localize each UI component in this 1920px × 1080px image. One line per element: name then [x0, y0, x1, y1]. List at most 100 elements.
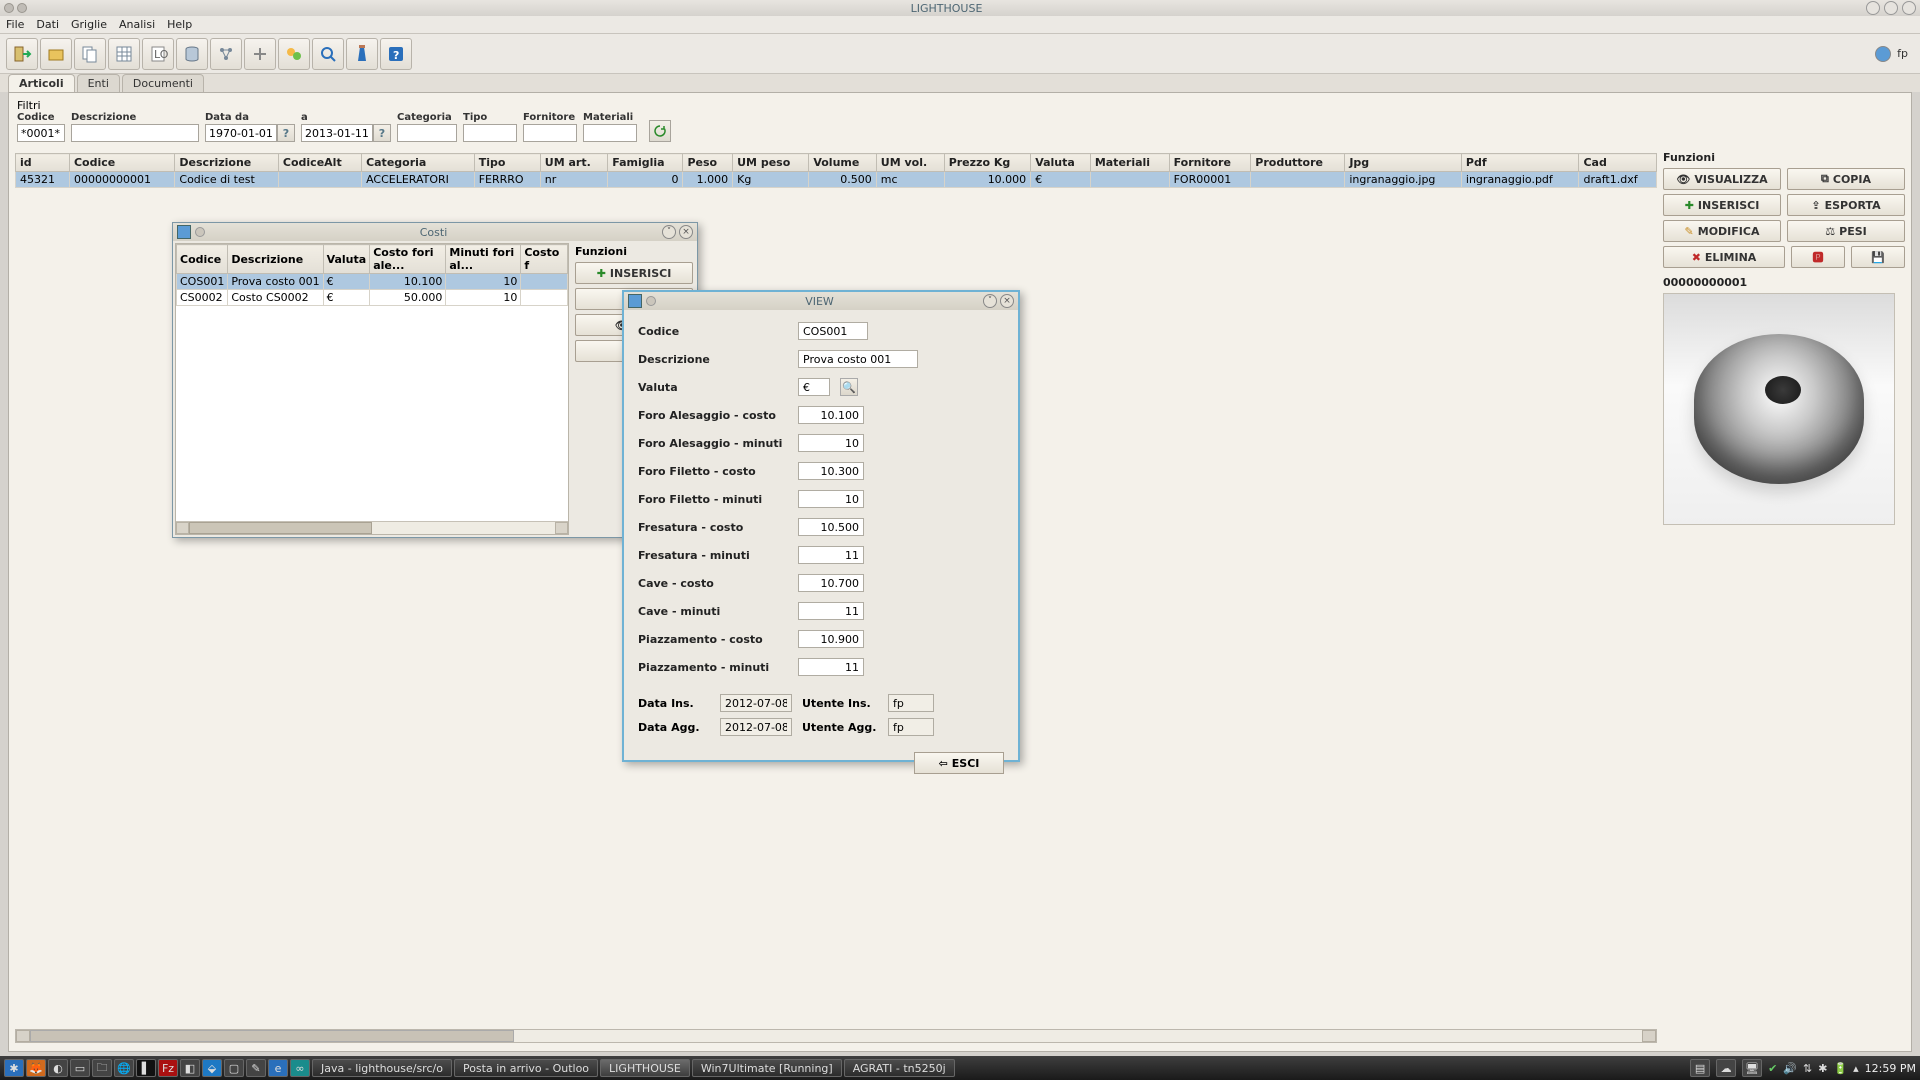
- filter-fornitore[interactable]: [523, 124, 577, 142]
- grid-cell[interactable]: [1090, 172, 1169, 188]
- costi-close-button[interactable]: ×: [679, 225, 693, 239]
- filter-categoria[interactable]: [397, 124, 457, 142]
- grid-cell[interactable]: draft1.dxf: [1579, 172, 1657, 188]
- view-fa-min[interactable]: [798, 434, 864, 452]
- toolbar-box-icon[interactable]: [40, 38, 72, 70]
- costi-cell[interactable]: [521, 290, 568, 306]
- grid-cell[interactable]: 00000000001: [69, 172, 174, 188]
- view-close-button[interactable]: ×: [1000, 294, 1014, 308]
- tray-icon[interactable]: 🖥: [1742, 1059, 1762, 1077]
- view-ff-costo[interactable]: [798, 462, 864, 480]
- lookup-icon[interactable]: 🔍: [840, 378, 858, 396]
- tray-check-icon[interactable]: ✔: [1768, 1062, 1777, 1075]
- toolbar-exit-icon[interactable]: [6, 38, 38, 70]
- tray-volume-icon[interactable]: 🔊: [1783, 1062, 1797, 1075]
- app-icon[interactable]: ▢: [224, 1059, 244, 1077]
- menu-help[interactable]: Help: [167, 18, 192, 31]
- task-outlook[interactable]: Posta in arrivo - Outloo: [454, 1059, 598, 1077]
- tray-icon[interactable]: ☁: [1716, 1059, 1736, 1077]
- minimize-button[interactable]: [1866, 1, 1880, 15]
- filter-tipo[interactable]: [463, 124, 517, 142]
- costi-cell[interactable]: [521, 274, 568, 290]
- tab-documenti[interactable]: Documenti: [122, 74, 204, 92]
- filter-codice[interactable]: [17, 124, 65, 142]
- grid-hscrollbar[interactable]: [15, 1029, 1657, 1043]
- grid-cell[interactable]: Codice di test: [175, 172, 279, 188]
- costi-cell[interactable]: COS001: [177, 274, 228, 290]
- menu-griglie[interactable]: Griglie: [71, 18, 107, 31]
- grid-cell[interactable]: €: [1031, 172, 1091, 188]
- tab-articoli[interactable]: Articoli: [8, 74, 75, 92]
- costi-min-button[interactable]: ˅: [662, 225, 676, 239]
- date-picker-icon[interactable]: ?: [373, 124, 391, 142]
- grid-cell[interactable]: 10.000: [944, 172, 1031, 188]
- grid-cell[interactable]: ingranaggio.pdf: [1461, 172, 1579, 188]
- toolbar-log-icon[interactable]: LOG: [142, 38, 174, 70]
- grid-header[interactable]: Volume: [809, 154, 876, 172]
- window-menu-icon[interactable]: [4, 3, 14, 13]
- grid-cell[interactable]: [1251, 172, 1345, 188]
- toolbar-orbs-icon[interactable]: [278, 38, 310, 70]
- arduino-icon[interactable]: ∞: [290, 1059, 310, 1077]
- grid-header[interactable]: Materiali: [1090, 154, 1169, 172]
- cube-icon[interactable]: ◧: [180, 1059, 200, 1077]
- costi-header[interactable]: Costo f: [521, 245, 568, 274]
- grid-cell[interactable]: FOR00001: [1169, 172, 1251, 188]
- menu-file[interactable]: File: [6, 18, 24, 31]
- toolbar-nav-icon[interactable]: [244, 38, 276, 70]
- costi-header[interactable]: Minuti fori al...: [446, 245, 521, 274]
- task-vm[interactable]: Win7Ultimate [Running]: [692, 1059, 842, 1077]
- filter-data-da[interactable]: [205, 124, 277, 142]
- toolbar-docs-icon[interactable]: [74, 38, 106, 70]
- grid-header[interactable]: Peso: [683, 154, 733, 172]
- grid-header[interactable]: Valuta: [1031, 154, 1091, 172]
- files-icon[interactable]: 🗀: [92, 1059, 112, 1077]
- modifica-button[interactable]: ✎MODIFICA: [1663, 220, 1781, 242]
- grid-cell[interactable]: 0: [608, 172, 683, 188]
- costi-inserisci-button[interactable]: ✚INSERISCI: [575, 262, 693, 284]
- close-button[interactable]: [1902, 1, 1916, 15]
- chrome-icon[interactable]: ◐: [48, 1059, 68, 1077]
- globe-icon[interactable]: 🌐: [114, 1059, 134, 1077]
- menu-analisi[interactable]: Analisi: [119, 18, 155, 31]
- view-descrizione[interactable]: [798, 350, 918, 368]
- costi-cell[interactable]: €: [323, 290, 370, 306]
- costi-header[interactable]: Costo fori ale...: [370, 245, 446, 274]
- costi-titlebar[interactable]: Costi ˅×: [173, 223, 697, 241]
- table-row[interactable]: 4532100000000001Codice di testACCELERATO…: [16, 172, 1657, 188]
- filezilla-icon[interactable]: Fz: [158, 1059, 178, 1077]
- costi-grid[interactable]: CodiceDescrizioneValutaCosto fori ale...…: [175, 243, 569, 535]
- filter-materiali[interactable]: [583, 124, 637, 142]
- toolbar-graph-icon[interactable]: [210, 38, 242, 70]
- toolbar-grid-icon[interactable]: [108, 38, 140, 70]
- costi-header[interactable]: Valuta: [323, 245, 370, 274]
- grid-cell[interactable]: 0.500: [809, 172, 876, 188]
- view-fr-costo[interactable]: [798, 518, 864, 536]
- pdf-button[interactable]: 🅿: [1791, 246, 1845, 268]
- grid-header[interactable]: CodiceAlt: [278, 154, 361, 172]
- view-cv-min[interactable]: [798, 602, 864, 620]
- tray-chevron-icon[interactable]: ▴: [1853, 1062, 1859, 1075]
- grid-header[interactable]: id: [16, 154, 70, 172]
- grid-header[interactable]: Cad: [1579, 154, 1657, 172]
- tray-icon[interactable]: ▤: [1690, 1059, 1710, 1077]
- view-codice[interactable]: [798, 322, 868, 340]
- filter-descrizione[interactable]: [71, 124, 199, 142]
- inserisci-button[interactable]: ✚INSERISCI: [1663, 194, 1781, 216]
- kde-start-icon[interactable]: ✱: [4, 1059, 24, 1077]
- toolbar-db-icon[interactable]: [176, 38, 208, 70]
- grid-header[interactable]: UM peso: [733, 154, 809, 172]
- grid-cell[interactable]: Kg: [733, 172, 809, 188]
- toolbar-lighthouse-icon[interactable]: [346, 38, 378, 70]
- grid-cell[interactable]: nr: [540, 172, 607, 188]
- grid-header[interactable]: Tipo: [474, 154, 540, 172]
- konsole-icon[interactable]: ▌: [136, 1059, 156, 1077]
- costi-cell[interactable]: 10: [446, 290, 521, 306]
- taskbar-clock[interactable]: 12:59 PM: [1865, 1062, 1916, 1075]
- view-min-button[interactable]: ˅: [983, 294, 997, 308]
- grid-header[interactable]: Fornitore: [1169, 154, 1251, 172]
- costi-hscrollbar[interactable]: [176, 521, 568, 534]
- toolbar-help-icon[interactable]: ?: [380, 38, 412, 70]
- grid-header[interactable]: UM vol.: [876, 154, 944, 172]
- view-fr-min[interactable]: [798, 546, 864, 564]
